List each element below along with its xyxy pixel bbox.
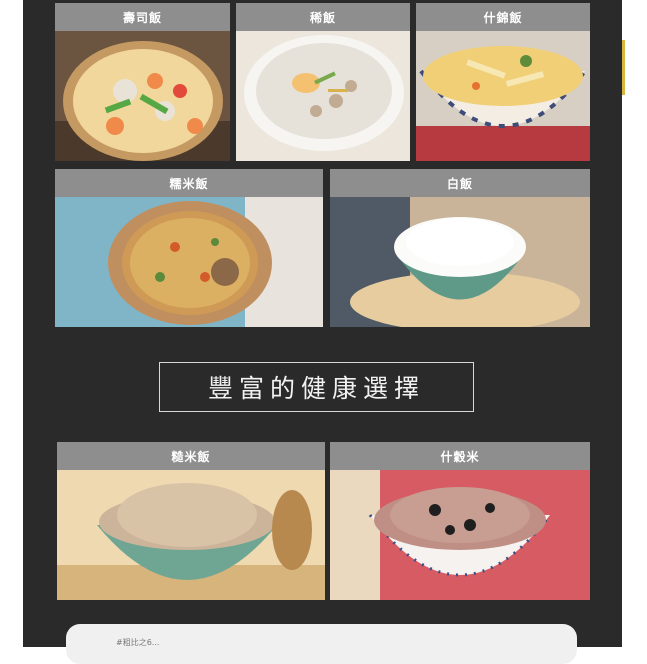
sushi-rice-photo: [55, 31, 230, 161]
glutinous-rice-photo: [55, 197, 323, 327]
card-white-rice: 白飯: [330, 169, 590, 327]
congee-photo: [236, 31, 410, 161]
card-brown-rice: 糙米飯: [57, 442, 325, 600]
white-rice-photo: [330, 197, 590, 327]
mixed-rice-photo: [416, 31, 590, 161]
card-label: 什穀米: [330, 442, 590, 470]
card-glutinous-rice: 糯米飯: [55, 169, 323, 327]
edge-accent: [622, 40, 625, 95]
card-multigrain-rice: 什穀米: [330, 442, 590, 600]
card-label: 什錦飯: [416, 3, 590, 31]
card-mixed-rice: 什錦飯: [416, 3, 590, 161]
card-label: 糯米飯: [55, 169, 323, 197]
card-sushi-rice: 壽司飯: [55, 3, 230, 161]
card-label: 稀飯: [236, 3, 410, 31]
multigrain-rice-photo: [330, 470, 590, 600]
healthy-choices-banner: 豐富的健康選擇: [159, 362, 474, 412]
footer-snippet: #粗比之6...: [116, 638, 160, 647]
card-congee: 稀飯: [236, 3, 410, 161]
card-label: 白飯: [330, 169, 590, 197]
card-label: 糙米飯: [57, 442, 325, 470]
brown-rice-photo: [57, 470, 325, 600]
card-label: 壽司飯: [55, 3, 230, 31]
bottom-card: #粗比之6...: [66, 624, 577, 664]
